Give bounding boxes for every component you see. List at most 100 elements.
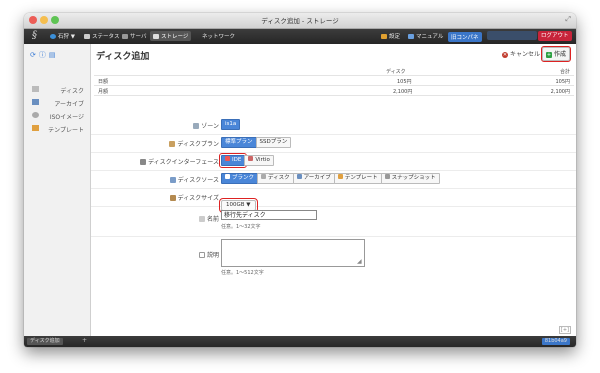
archive-label: アーカイブ (303, 175, 331, 181)
virtio-icon (248, 156, 254, 161)
disk-icon (261, 174, 267, 179)
zone-row: ゾーン is1a (91, 116, 576, 135)
nav-storage[interactable]: ストレージ (150, 31, 192, 41)
price-header-total: 合計 (559, 69, 570, 75)
cd-icon (32, 112, 39, 118)
plan-label-text: ディスクプラン (177, 141, 219, 148)
titlebar: ディスク追加 - ストレージ ⤢ (24, 13, 576, 29)
zone-selector[interactable]: 石狩 ▼ (50, 32, 75, 40)
nav-network[interactable]: ネットワーク (202, 32, 235, 40)
plan-option-standard[interactable]: 標準プラン (221, 137, 257, 148)
blank-label: ブランク (232, 175, 255, 181)
sidebar-item-label: アーカイブ (54, 101, 84, 108)
plus-icon: + (546, 52, 552, 58)
app-window: ディスク追加 - ストレージ ⤢ § 石狩 ▼ ステータス サーバ ストレージ … (24, 13, 576, 347)
nav-manual[interactable]: マニュアル (408, 32, 443, 40)
size-icon (169, 195, 176, 201)
price-header-disk: ディスク (386, 69, 406, 75)
storage-icon (153, 34, 159, 39)
old-control-panel-button[interactable]: 旧コンパネ (448, 32, 482, 42)
description-label: 説明 (198, 250, 219, 259)
page-title: ディスク追加 (96, 52, 150, 62)
home-icon (84, 34, 90, 39)
source-option-blank[interactable]: ブランク (221, 173, 259, 184)
price-header-row: ディスク 合計 (94, 66, 574, 76)
bottom-tab-disk-add[interactable]: ディスク追加 (27, 338, 63, 345)
interface-label: ディスクインターフェース (140, 157, 219, 166)
add-tab-button[interactable]: + (82, 337, 87, 344)
nav-status[interactable]: ステータス (84, 32, 120, 40)
sidebar-item-template[interactable]: テンプレート (32, 125, 88, 134)
tools-icon (381, 34, 387, 39)
interface-icon (140, 159, 147, 165)
account-menu[interactable] (487, 31, 537, 40)
refresh-icon[interactable]: ⟳ (30, 51, 39, 59)
cancel-button[interactable]: ✕ キャンセル (502, 49, 540, 58)
resource-id-badge[interactable]: 81b04a9 (541, 338, 570, 345)
sidebar-item-label: テンプレート (48, 127, 84, 134)
nav-settings-label: 設定 (389, 34, 401, 40)
source-label-text: ディスクソース (177, 177, 219, 184)
top-navigation: § 石狩 ▼ ステータス サーバ ストレージ ネットワーク 設定 マニュアル 旧… (24, 29, 576, 44)
name-row: 名前 移行先ディスク 任意。1〜32文字 (91, 206, 576, 237)
name-input[interactable]: 移行先ディスク (221, 210, 317, 220)
nav-manual-label: マニュアル (416, 34, 444, 40)
price-total-value: 105円 (555, 79, 570, 85)
window-title: ディスク追加 - ストレージ (261, 17, 339, 25)
create-button[interactable]: + 作成 (540, 46, 572, 62)
interface-row: ディスクインターフェース IDE Virtio (91, 152, 576, 171)
interface-option-virtio[interactable]: Virtio (244, 155, 274, 166)
cancel-label: キャンセル (510, 51, 541, 58)
description-textarea[interactable] (221, 239, 365, 267)
app-logo: § (32, 30, 37, 41)
source-option-archive[interactable]: アーカイブ (292, 173, 335, 184)
description-label-text: 説明 (206, 252, 219, 259)
source-option-snapshot[interactable]: スナップショット (380, 173, 440, 184)
interface-option-ide[interactable]: IDE (218, 153, 248, 168)
logout-button[interactable]: ログアウト (538, 31, 572, 41)
plan-icon (169, 141, 176, 147)
fullscreen-icon[interactable]: ⤢ (565, 15, 571, 24)
nav-server-label: サーバ (130, 34, 147, 40)
source-row: ディスクソース ブランク ディスク アーカイブ テンプレート スナップショット (91, 170, 576, 189)
create-label: 作成 (554, 51, 567, 58)
nav-network-label: ネットワーク (202, 34, 236, 40)
sidebar-item-iso[interactable]: ISOイメージ (32, 112, 88, 121)
price-row-label: 月額 (98, 89, 109, 95)
info-icon[interactable]: ⓘ (39, 51, 49, 59)
pencil-icon (198, 216, 205, 222)
size-row: ディスクサイズ 100GB ▼ (91, 188, 576, 213)
interface-label-text: ディスクインターフェース (148, 159, 219, 166)
archive-icon (32, 99, 39, 105)
sidebar-item-disk[interactable]: ディスク (32, 86, 88, 95)
source-option-disk[interactable]: ディスク (257, 173, 294, 184)
server-icon (122, 34, 128, 39)
plan-option-ssd[interactable]: SSDプラン (255, 137, 292, 148)
zone-icon (193, 123, 200, 129)
globe-icon (50, 34, 56, 39)
nav-server[interactable]: サーバ (122, 32, 146, 40)
book-icon (408, 34, 414, 39)
old-control-panel-label: 旧コンパネ (451, 35, 479, 41)
disk-label: ディスク (268, 175, 290, 181)
expand-icon[interactable]: [+] (558, 326, 571, 334)
template-icon (337, 174, 343, 179)
main-panel: ディスク追加 ✕ キャンセル + 作成 ディスク 合計 日額 105円 105円 月… (91, 44, 576, 336)
name-label-text: 名前 (206, 216, 219, 223)
description-row: 説明 ◢ 任意。1〜512文字 (91, 236, 576, 278)
sidebar-item-archive[interactable]: アーカイブ (32, 99, 88, 108)
zone-value-badge: is1a (221, 119, 241, 130)
name-hint: 任意。1〜32文字 (221, 224, 261, 230)
cancel-icon: ✕ (502, 52, 508, 58)
nav-storage-label: ストレージ (161, 34, 189, 40)
nav-settings[interactable]: 設定 (381, 32, 400, 40)
resize-grip-icon[interactable]: ◢ (357, 258, 362, 278)
source-label: ディスクソース (169, 175, 219, 184)
plan-label: ディスクプラン (169, 139, 219, 148)
ide-label: IDE (232, 157, 242, 163)
document-icon (198, 252, 205, 258)
size-label: ディスクサイズ (169, 193, 219, 202)
grid-icon[interactable]: ▤ (49, 51, 59, 59)
price-row-daily: 日額 105円 105円 (94, 76, 574, 86)
source-option-template[interactable]: テンプレート (333, 173, 382, 184)
